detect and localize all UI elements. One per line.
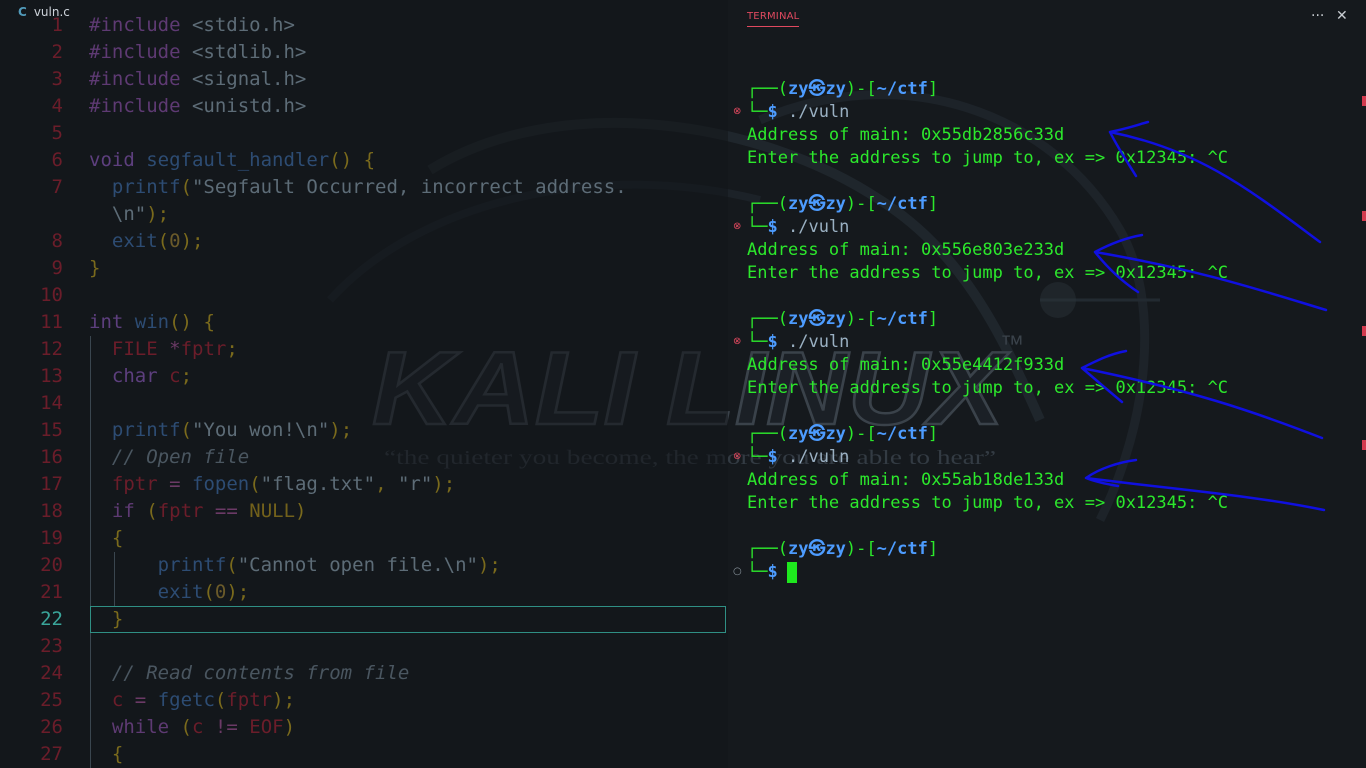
code-line: 2 #include <stdlib.h> [0, 39, 728, 66]
scrollbar-error-marker [1362, 96, 1366, 106]
code-line: 3 #include <signal.h> [0, 66, 728, 93]
scrollbar-error-marker [1362, 326, 1366, 336]
line-number: 23 [40, 635, 63, 657]
code-line: 21 exit(0); [0, 579, 728, 606]
line-number: 21 [40, 581, 63, 603]
code-line: 18 if (fptr == NULL) [0, 498, 728, 525]
code-line: 17 fptr = fopen("flag.txt", "r"); [0, 471, 728, 498]
line-number: 12 [40, 338, 63, 360]
output-line: Address of main: 0x556e803e233d [747, 240, 1065, 260]
close-icon[interactable]: ✕ [1336, 8, 1348, 24]
line-number: 13 [40, 365, 63, 387]
scrollbar-error-marker [1362, 211, 1366, 221]
line-number: 14 [40, 392, 63, 414]
code-line: 25 c = fgetc(fptr); [0, 687, 728, 714]
command-error-icon[interactable]: ⊗ [733, 451, 741, 462]
code-line: 13 char c; [0, 363, 728, 390]
line-number: 7 [51, 176, 63, 198]
code-line: 11 int win() { [0, 309, 728, 336]
line-number: 20 [40, 554, 63, 576]
code-line: 4 #include <unistd.h> [0, 93, 728, 120]
line-number: 10 [40, 284, 63, 306]
prompt-line: ┌──(zy㉿zy)-[~/ctf] [747, 194, 939, 214]
terminal-cursor [787, 562, 797, 583]
line-number: 6 [51, 149, 63, 171]
code-line: 19 { [0, 525, 728, 552]
code-line: 14 [0, 390, 728, 417]
line-number: 18 [40, 500, 63, 522]
output-line: Address of main: 0x55ab18de133d [747, 470, 1065, 490]
line-number: 27 [40, 743, 63, 765]
line-number: 16 [40, 446, 63, 468]
prompt-line: ┌──(zy㉿zy)-[~/ctf] [747, 309, 939, 329]
line-number: 25 [40, 689, 63, 711]
code-line: 7 printf("Segfault Occurred, incorrect a… [0, 174, 728, 201]
command-error-icon[interactable]: ⊗ [733, 106, 741, 117]
output-line: Enter the address to jump to, ex => 0x12… [747, 148, 1229, 168]
prompt-line: ┌──(zy㉿zy)-[~/ctf] [747, 424, 939, 444]
prompt-line: ┌──(zy㉿zy)-[~/ctf] [747, 79, 939, 99]
code-area[interactable]: 1 #include <stdio.h> 2 #include <stdlib.h>… [0, 12, 728, 768]
code-line: 24 // Read contents from file [0, 660, 728, 687]
command-line: └─$ ./vuln [747, 332, 850, 352]
code-line: 1 #include <stdio.h> [0, 12, 728, 39]
code-line: 26 while (c != EOF) [0, 714, 728, 741]
code-editor: C vuln.c 1 #include <stdio.h> 2 #include <… [0, 0, 728, 768]
scrollbar-error-marker [1362, 440, 1366, 450]
terminal-panel[interactable]: TERMINAL ··· ✕ ┌──(zy㉿zy)-[~/ctf] ⊗ └─$ … [728, 0, 1366, 768]
line-number: 3 [51, 68, 63, 90]
line-number: 4 [51, 95, 63, 117]
line-number: 9 [51, 257, 63, 279]
code-line: 12 FILE *fptr; [0, 336, 728, 363]
line-number: 1 [51, 14, 63, 36]
line-number: 19 [40, 527, 63, 549]
tab-terminal[interactable]: TERMINAL [747, 11, 800, 27]
code-line: 9} [0, 255, 728, 282]
line-number: 26 [40, 716, 63, 738]
code-line: 16 // Open file [0, 444, 728, 471]
output-line: Enter the address to jump to, ex => 0x12… [747, 263, 1229, 283]
prompt-line: ┌──(zy㉿zy)-[~/ctf] [747, 539, 939, 559]
code-line: 27 { [0, 741, 728, 768]
screen: KALI LINUX ™ “the quieter you become, th… [0, 0, 1366, 768]
output-line: Enter the address to jump to, ex => 0x12… [747, 493, 1229, 513]
command-line: └─$ ./vuln [747, 102, 850, 122]
command-line: └─$ ./vuln [747, 217, 850, 237]
code-line: 15 printf("You won!\n"); [0, 417, 728, 444]
line-number: 24 [40, 662, 63, 684]
command-line[interactable]: └─$ [747, 561, 788, 584]
code-line: 8 exit(0); [0, 228, 728, 255]
code-line: 6 void segfault_handler() { [0, 147, 728, 174]
code-line: 10 [0, 282, 728, 309]
line-number: 17 [40, 473, 63, 495]
output-line: Enter the address to jump to, ex => 0x12… [747, 378, 1229, 398]
output-line: Address of main: 0x55db2856c33d [747, 125, 1065, 145]
command-error-icon[interactable]: ⊗ [733, 336, 741, 347]
line-number: 5 [51, 122, 63, 144]
code-line: 23 [0, 633, 728, 660]
line-number: 2 [51, 41, 63, 63]
command-line: └─$ ./vuln [747, 447, 850, 467]
line-number: 22 [40, 608, 63, 630]
code-line-active: 22 } [0, 606, 728, 633]
output-line: Address of main: 0x55e4412f933d [747, 355, 1065, 375]
command-error-icon[interactable]: ⊗ [733, 221, 741, 232]
line-number: 15 [40, 419, 63, 441]
terminal-header: TERMINAL ··· ✕ [728, 0, 1366, 32]
more-actions-icon[interactable]: ··· [1311, 8, 1324, 24]
code-line: \n"); [111, 203, 170, 225]
code-line: 5 [0, 120, 728, 147]
command-idle-icon: ○ [733, 566, 742, 577]
line-number: 8 [51, 230, 63, 252]
code-line: 20 printf("Cannot open file.\n"); [0, 552, 728, 579]
line-number: 11 [40, 311, 63, 333]
